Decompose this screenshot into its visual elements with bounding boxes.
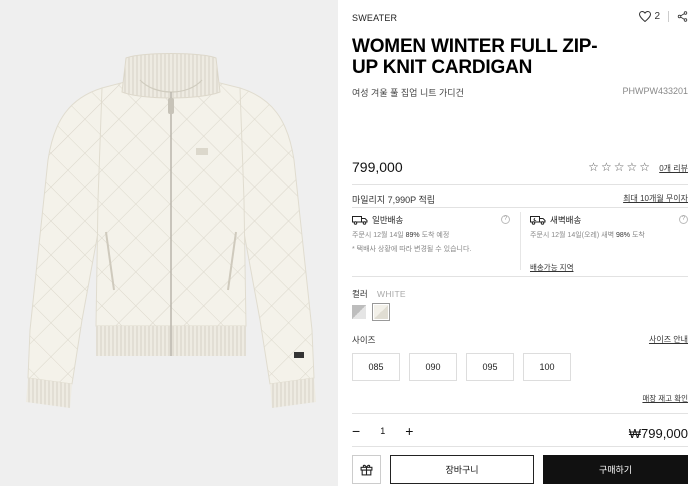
like-count: 2 [654,11,660,22]
share-button[interactable] [677,11,688,22]
size-button-095[interactable]: 095 [466,353,514,381]
gift-button[interactable] [352,455,381,484]
star-icon: ☆ [588,160,599,174]
total-price: ₩799,000 [628,426,688,441]
white-swatch[interactable] [372,303,390,321]
star-icon: ☆ [613,160,625,174]
share-icon [677,11,688,22]
grey-swatch[interactable] [352,305,366,319]
dawn-suffix: 도착 [631,232,645,239]
product-info-panel: SWEATER 2 WOMEN WINTER FULL ZIP-UP KNIT … [352,0,688,486]
reviews-link[interactable]: 0개 리뷰 [659,163,688,174]
color-value: WHITE [377,289,406,299]
divider [668,11,669,22]
dawn-shipping-title: 새벽배송 [550,215,582,225]
divider [352,207,688,208]
color-label: 컬러 [352,289,368,299]
size-label: 사이즈 [352,335,376,345]
standard-shipping: 일반배송 ? 주문시 12월 14일 89% 도착 예정 * 택배사 상황에 따… [352,214,510,254]
category-label: SWEATER [352,13,398,23]
like-button[interactable]: 2 [639,11,660,22]
size-guide-link[interactable]: 사이즈 안내 [649,334,688,345]
heart-icon [639,11,652,22]
quantity-stepper: − 1 + [352,424,413,438]
quantity-value[interactable]: 1 [380,426,385,436]
cardigan-image [0,0,338,486]
color-option: 컬러 WHITE [352,288,406,300]
size-button-090[interactable]: 090 [409,353,457,381]
standard-suffix: 도착 예정 [421,232,450,239]
increase-button[interactable]: + [405,424,413,438]
buy-now-button[interactable]: 구매하기 [543,455,688,484]
gift-icon [360,464,373,476]
standard-shipping-title: 일반배송 [372,215,404,225]
dawn-shipping: 새벽배송 ? 주문시 12월 14일(오레) 새벽 98% 도착 [530,214,688,240]
mileage-text: 마일리지 7,990P 적립 [352,195,436,205]
installment-link[interactable]: 최대 10개월 무이자 [623,193,688,204]
rating-stars[interactable]: ☆ ☆ ☆ ☆ ☆ [588,160,650,174]
moon-truck-icon [530,216,546,225]
dawn-pct: 98% [615,232,630,239]
star-icon: ☆ [600,160,612,174]
decrease-button[interactable]: − [352,424,360,438]
dawn-date: 주문시 12월 14일(오레) 새벽 [530,232,615,239]
size-options: 085 090 095 100 [352,353,571,381]
size-button-100[interactable]: 100 [523,353,571,381]
product-subtitle: 여성 겨울 풀 집업 니트 가디건 [352,88,464,98]
star-icon: ☆ [639,160,650,174]
divider [352,276,688,277]
standard-pct: 89% [405,232,420,239]
help-icon[interactable]: ? [501,215,510,224]
standard-note: * 택배사 상황에 따라 변경될 수 있습니다. [352,246,472,253]
divider [352,446,688,447]
truck-icon [352,216,368,225]
product-actions: 2 [639,11,688,22]
product-price: 799,000 [352,159,403,175]
product-image[interactable] [0,0,338,486]
delivery-area-link[interactable]: 배송가능 지역 [530,262,573,273]
star-icon: ☆ [626,160,638,174]
help-icon[interactable]: ? [679,215,688,224]
color-swatches [352,303,390,321]
product-title: WOMEN WINTER FULL ZIP-UP KNIT CARDIGAN [352,36,598,78]
divider [352,413,688,414]
standard-date: 주문시 12월 14일 [352,232,404,239]
product-code: PHWPW433201 [622,86,688,96]
size-button-085[interactable]: 085 [352,353,400,381]
divider [520,212,521,270]
divider [352,184,688,185]
store-stock-link[interactable]: 매장 재고 확인 [642,393,688,404]
add-to-cart-button[interactable]: 장바구니 [390,455,534,484]
